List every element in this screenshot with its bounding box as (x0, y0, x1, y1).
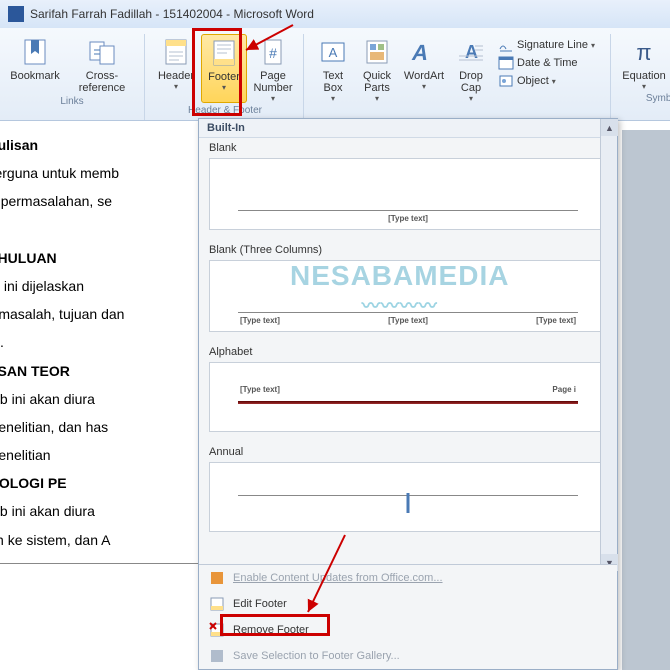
svg-text:π: π (636, 40, 651, 65)
wordart-button[interactable]: A WordArt ▾ (400, 34, 448, 103)
object-icon (498, 73, 514, 89)
group-links: Bookmark Cross-reference Links (0, 34, 145, 120)
gallery-item-blank[interactable]: [Type text] (209, 158, 607, 230)
date-time-button[interactable]: Date & Time (494, 54, 604, 72)
chevron-down-icon: ▾ (174, 82, 178, 91)
menu-save-selection: Save Selection to Footer Gallery... (199, 643, 617, 669)
footer-button[interactable]: Footer ▾ (201, 34, 247, 103)
chevron-down-icon: ▾ (271, 94, 275, 103)
group-header-footer: Header ▾ Footer ▾ # Page Number ▾ Header… (147, 34, 304, 120)
chevron-down-icon: ▾ (469, 94, 473, 103)
text-box-button[interactable]: A Text Box ▾ (312, 34, 354, 103)
remove-footer-icon (209, 622, 225, 638)
wordart-icon: A (408, 36, 440, 68)
chevron-down-icon: ▾ (331, 94, 335, 103)
window-titlebar: Sarifah Farrah Fadillah - 151402004 - Mi… (0, 0, 670, 28)
svg-text:A: A (410, 40, 431, 65)
scroll-up-button[interactable]: ▲ (601, 119, 618, 136)
page-number-icon: # (257, 36, 289, 68)
signature-line-button[interactable]: Signature Line ▾ (494, 36, 604, 54)
page-margin-area (622, 130, 670, 670)
chevron-down-icon: ▾ (422, 82, 426, 91)
header-button[interactable]: Header ▾ (153, 34, 199, 103)
gallery-item-alphabet-label: Alphabet (199, 342, 617, 360)
gallery-item-blank3-label: Blank (Three Columns) (199, 240, 617, 258)
gallery-item-blank-label: Blank (199, 138, 617, 156)
menu-office-updates: Enable Content Updates from Office.com..… (199, 565, 617, 591)
window-title: Sarifah Farrah Fadillah - 151402004 - Mi… (30, 7, 314, 21)
gallery-item-alphabet[interactable]: [Type text] Page i (209, 362, 607, 432)
chevron-down-icon: ▾ (222, 83, 226, 92)
signature-icon (498, 37, 514, 53)
menu-edit-footer[interactable]: Edit Footer (199, 591, 617, 617)
menu-remove-footer[interactable]: Remove Footer (199, 617, 617, 643)
chevron-down-icon: ▾ (375, 94, 379, 103)
gallery-section-builtin: Built-In (199, 119, 617, 138)
page-number-button[interactable]: # Page Number ▾ (249, 34, 297, 103)
office-icon (209, 570, 225, 586)
bookmark-icon (19, 36, 51, 68)
chevron-down-icon: ▾ (642, 82, 646, 91)
text-box-icon: A (317, 36, 349, 68)
footer-gallery-dropdown: Built-In Blank [Type text] Blank (Three … (198, 118, 618, 670)
equation-button[interactable]: π Equation ▾ (619, 34, 669, 91)
gallery-item-blank3[interactable]: [Type text] [Type text] [Type text] (209, 260, 607, 332)
svg-text:A: A (329, 45, 338, 60)
edit-footer-icon (209, 596, 225, 612)
equation-icon: π (628, 36, 660, 68)
ribbon: Bookmark Cross-reference Links Header ▾ … (0, 28, 670, 121)
save-gallery-icon (209, 648, 225, 664)
footer-icon (208, 37, 240, 69)
object-button[interactable]: Object ▾ (494, 72, 604, 90)
quick-parts-button[interactable]: Quick Parts ▾ (356, 34, 398, 103)
group-text: A Text Box ▾ Quick Parts ▾ A WordArt ▾ A… (306, 34, 611, 120)
svg-text:#: # (269, 45, 277, 61)
app-icon (8, 6, 24, 22)
document-text: itika Penulisan itika ini berguna untuk … (0, 130, 200, 564)
gallery-item-annual-label: Annual (199, 442, 617, 460)
gallery-scrollbar[interactable]: ▲ ▼ (600, 119, 617, 571)
drop-cap-button[interactable]: A Drop Cap ▾ (450, 34, 492, 103)
group-symbols: π Equation ▾ Ω Symbol Symbols (613, 34, 670, 120)
cross-reference-button[interactable]: Cross-reference (66, 34, 138, 94)
cross-reference-icon (86, 36, 118, 68)
quick-parts-icon (361, 36, 393, 68)
date-time-icon (498, 55, 514, 71)
bookmark-button[interactable]: Bookmark (6, 34, 64, 94)
gallery-footer-menu: Enable Content Updates from Office.com..… (199, 564, 617, 669)
header-icon (160, 36, 192, 68)
gallery-item-annual[interactable] (209, 462, 607, 532)
svg-text:A: A (465, 42, 478, 62)
drop-cap-icon: A (455, 36, 487, 68)
